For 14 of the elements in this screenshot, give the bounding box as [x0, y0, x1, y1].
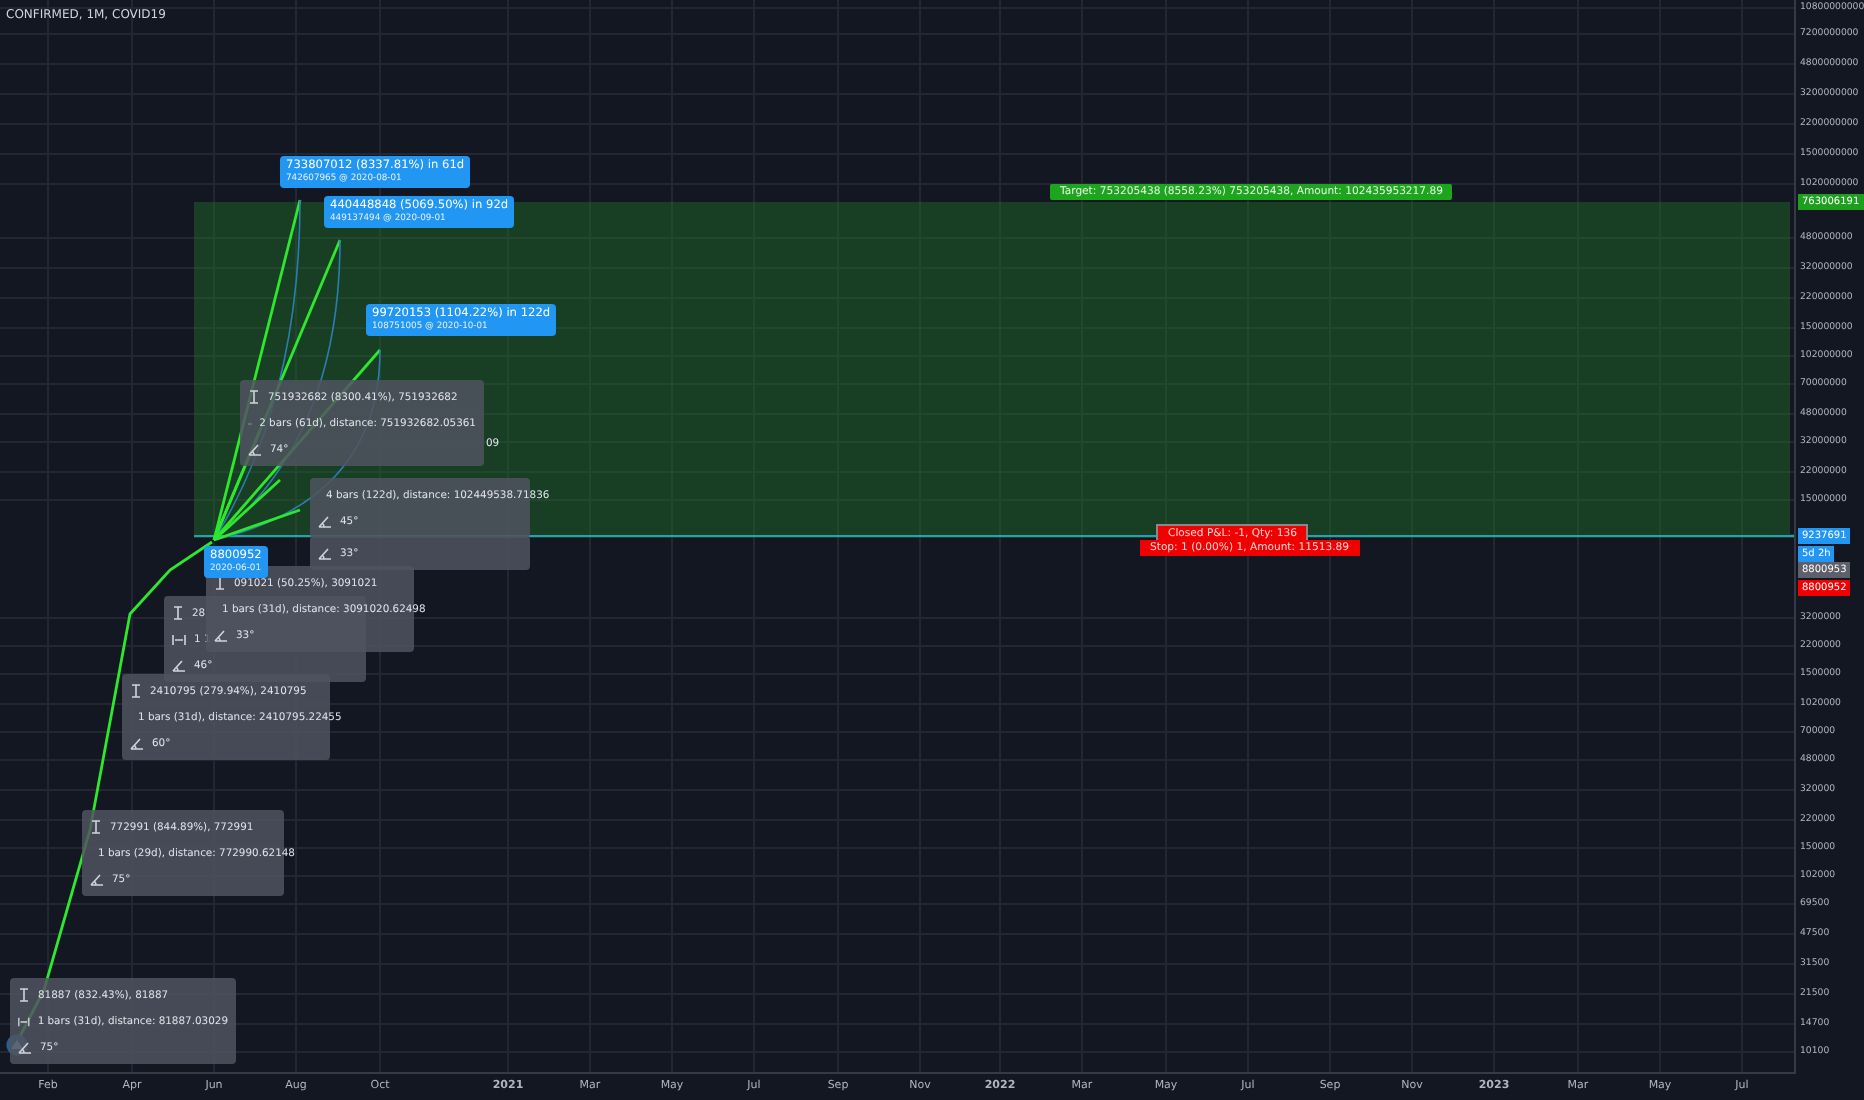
angle-icon [248, 443, 262, 455]
angle-icon [172, 659, 186, 671]
angle-icon [318, 515, 332, 527]
price-range-icon [172, 606, 184, 620]
angle-icon [214, 629, 228, 641]
price-range-icon [18, 988, 30, 1002]
price-range-icon [248, 390, 260, 404]
price-range-icon [214, 576, 226, 590]
angle-icon [318, 547, 332, 559]
price-range-icon [130, 684, 142, 698]
angle-icon [90, 873, 104, 885]
angle-icon [130, 737, 144, 749]
price-range-icon [90, 820, 102, 834]
angle-icon [18, 1041, 32, 1053]
